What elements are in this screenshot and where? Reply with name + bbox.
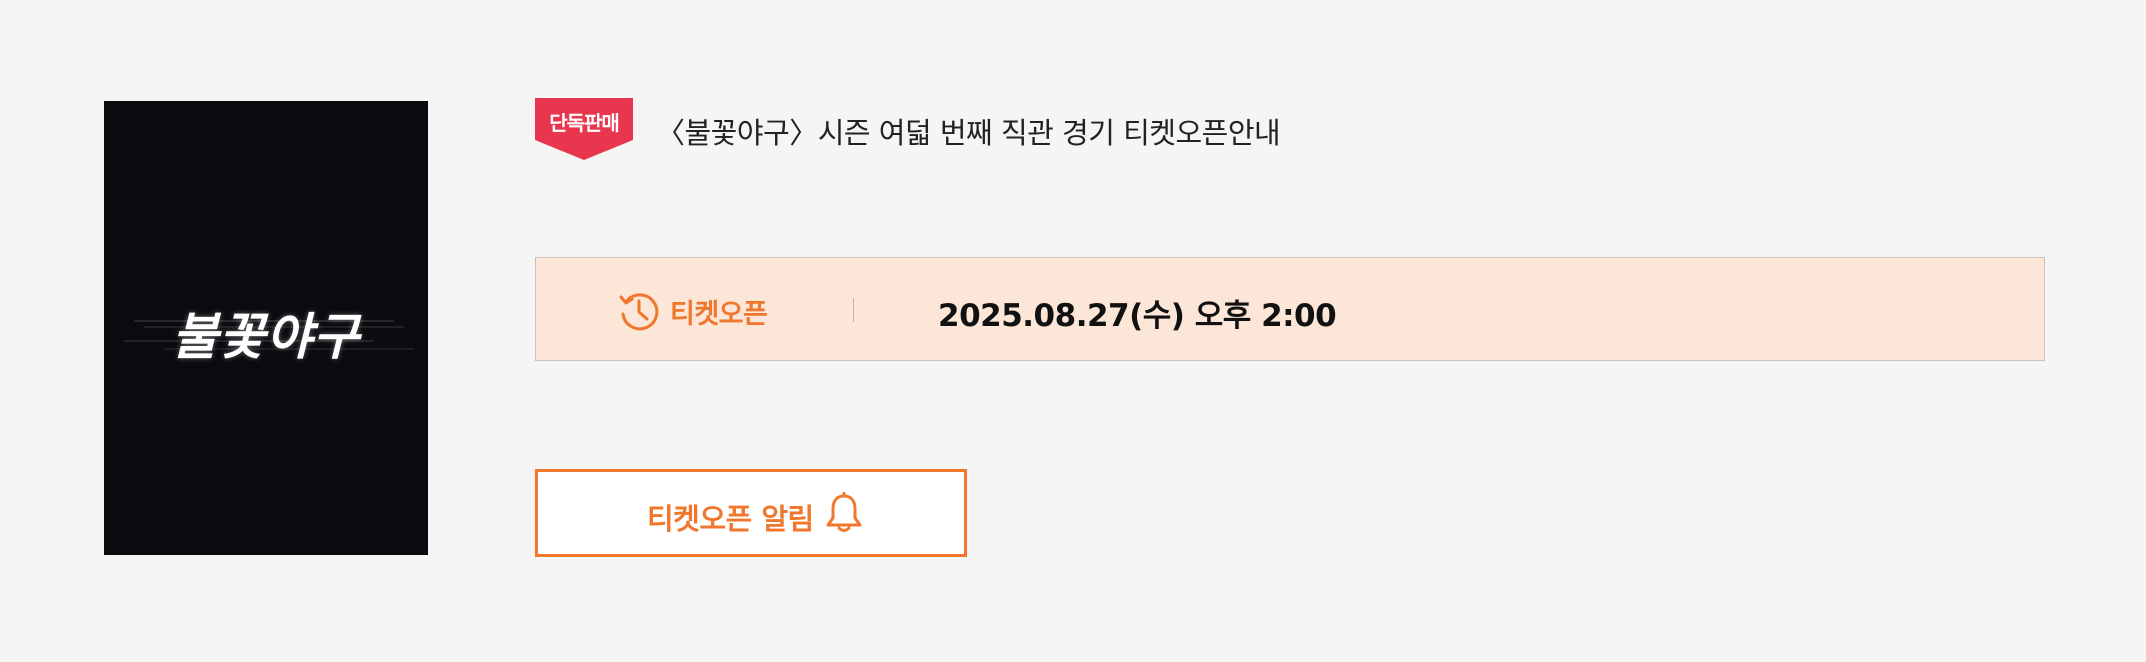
ticket-open-alert-button[interactable]: 티켓오픈 알림 — [535, 469, 967, 557]
ticket-open-date: 2025.08.27(수) 오후 2:00 — [938, 298, 1337, 334]
badge-label: 단독판매 — [549, 111, 620, 135]
ticket-open-label: 티켓오픈 — [670, 299, 768, 330]
event-title[interactable]: 〈불꽃야구〉시즌 여덟 번째 직관 경기 티켓오픈안내 — [656, 110, 1281, 152]
history-clock-icon — [619, 293, 659, 331]
ticket-open-info: 티켓오픈 2025.08.27(수) 오후 2:00 — [535, 257, 2045, 361]
event-poster: 불꽃야구 — [104, 101, 428, 555]
alert-button-label: 티켓오픈 알림 — [647, 502, 814, 536]
poster-logo-text: 불꽃야구 — [172, 308, 360, 366]
bell-icon — [826, 492, 862, 532]
exclusive-sale-badge: 단독판매 — [535, 98, 633, 162]
divider — [853, 298, 854, 322]
